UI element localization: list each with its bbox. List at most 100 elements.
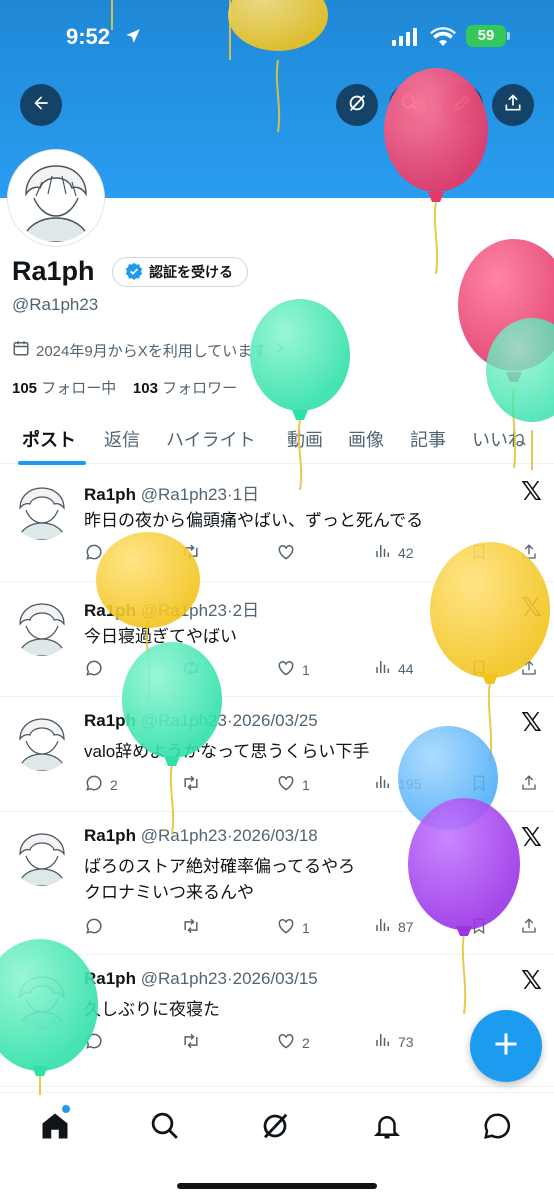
followers-link[interactable]: 103 フォロワー (133, 380, 237, 397)
grok-button[interactable] (336, 84, 378, 126)
compose-post-button[interactable] (470, 1010, 542, 1082)
like-button[interactable]: 2 (276, 1031, 310, 1054)
x-logo-icon: 𝕏 (521, 707, 542, 737)
tab-articles[interactable]: 記事 (410, 426, 446, 452)
views-button[interactable]: 44 (374, 658, 414, 679)
reply-button[interactable]: 2 (84, 773, 118, 796)
post-author-handle: @Ra1ph23 (140, 969, 227, 988)
post-author-name[interactable]: Ra1ph (84, 826, 136, 845)
post-author-name[interactable]: Ra1ph (84, 711, 136, 730)
views-button[interactable]: 195 (374, 773, 421, 794)
like-button[interactable]: 1 (276, 773, 310, 796)
repost-button[interactable] (180, 916, 202, 939)
share-button[interactable] (520, 542, 538, 565)
view-count: 42 (398, 544, 414, 561)
post-avatar[interactable] (12, 480, 72, 540)
search-button[interactable] (389, 84, 431, 126)
views-button[interactable]: 73 (374, 1031, 414, 1052)
post-date: 2026/03/25 (232, 711, 318, 730)
post-item[interactable]: Ra1ph @Ra1ph23·2026/03/25 𝕏 valo辞めようかなって… (0, 697, 554, 812)
post-author-handle: @Ra1ph23 (140, 711, 227, 730)
repost-button[interactable] (180, 773, 202, 796)
home-icon[interactable] (40, 1111, 70, 1146)
post-actions: 42 (84, 542, 544, 566)
like-count: 1 (302, 919, 310, 936)
views-button[interactable]: 42 (374, 542, 414, 563)
pencil-icon (452, 93, 472, 118)
profile-avatar[interactable] (8, 150, 104, 246)
bell-icon[interactable] (372, 1111, 402, 1146)
post-item[interactable]: Ra1ph @Ra1ph23·2026/03/18 𝕏 ばろのストア絶対確率偏っ… (0, 812, 554, 955)
bar-chart-icon (374, 658, 392, 679)
post-item[interactable]: Ra1ph @Ra1ph23·1日 𝕏 昨日の夜から偏頭痛やばい、ずっと死んでる (0, 466, 554, 582)
post-actions: 2 1 195 (84, 773, 544, 797)
post-item[interactable]: Ra1ph @Ra1ph23·2026/03/15 𝕏 久しぶりに夜寝た 2 7… (0, 955, 554, 1087)
post-avatar[interactable] (12, 596, 72, 656)
reply-button[interactable] (84, 1031, 110, 1054)
reply-button[interactable] (84, 542, 110, 565)
bookmark-button[interactable] (470, 916, 488, 939)
followers-label: フォロワー (162, 380, 238, 397)
repost-button[interactable] (180, 658, 202, 681)
share-icon (520, 773, 538, 796)
grok-tab-icon[interactable] (260, 1111, 290, 1146)
post-header: Ra1ph @Ra1ph23·2026/03/15 (84, 969, 318, 989)
post-author-name[interactable]: Ra1ph (84, 969, 136, 988)
repost-button[interactable] (180, 1031, 202, 1054)
tab-posts[interactable]: ポスト (22, 426, 76, 452)
following-count: 105 (12, 380, 38, 397)
repost-button[interactable] (180, 542, 202, 565)
post-actions: 1 44 (84, 658, 544, 682)
repost-icon (180, 542, 202, 565)
joined-date[interactable]: 2024年9月からXを利用しています (12, 339, 287, 361)
like-button[interactable]: 1 (276, 916, 310, 939)
post-author-handle: @Ra1ph23 (140, 485, 227, 504)
following-link[interactable]: 105 フォロー中 (12, 380, 116, 397)
bookmark-button[interactable] (470, 542, 488, 565)
post-author-name[interactable]: Ra1ph (84, 601, 136, 620)
followers-count: 103 (132, 380, 158, 397)
edit-button[interactable] (441, 84, 483, 126)
like-button[interactable]: 1 (276, 658, 310, 681)
arrow-left-icon (31, 93, 51, 118)
bookmark-icon (470, 773, 488, 796)
post-item[interactable]: Ra1ph @Ra1ph23·2日 𝕏 今日寝過ぎてやばい 1 44 (0, 582, 554, 697)
reply-button[interactable] (84, 916, 110, 939)
tab-replies[interactable]: 返信 (104, 426, 140, 452)
explore-search-icon[interactable] (150, 1111, 180, 1146)
message-icon[interactable] (482, 1111, 512, 1146)
tab-photos[interactable]: 画像 (348, 426, 384, 452)
post-header: Ra1ph @Ra1ph23·1日 (84, 480, 259, 505)
like-button[interactable] (276, 542, 302, 565)
tab-highlights[interactable]: ハイライト (166, 426, 256, 452)
share-icon (520, 916, 538, 939)
post-text-line: valo辞めようかなって思うくらい下手 (84, 742, 370, 761)
tab-likes[interactable]: いいね (472, 426, 526, 452)
repost-icon (180, 773, 202, 796)
bookmark-button[interactable] (470, 658, 488, 681)
chevron-right-icon (273, 341, 287, 359)
tab-videos[interactable]: 動画 (287, 426, 323, 452)
heart-icon (276, 658, 296, 681)
post-author-handle: @Ra1ph23 (140, 601, 227, 620)
share-button[interactable] (520, 916, 538, 939)
follow-stats: 105 フォロー中 103 フォロワー (12, 377, 237, 398)
share-profile-button[interactable] (492, 84, 534, 126)
post-avatar[interactable] (12, 711, 72, 771)
views-button[interactable]: 87 (374, 916, 414, 937)
post-avatar[interactable] (12, 969, 72, 1029)
reply-icon (84, 916, 104, 939)
bookmark-button[interactable] (470, 773, 488, 796)
bookmark-icon (470, 658, 488, 681)
share-button[interactable] (520, 658, 538, 681)
post-header: Ra1ph @Ra1ph23·2日 (84, 596, 259, 621)
share-button[interactable] (520, 773, 538, 796)
reply-button[interactable] (84, 658, 110, 681)
like-count: 1 (302, 776, 310, 793)
back-button[interactable] (20, 84, 62, 126)
get-verified-button[interactable]: 認証を受ける (112, 257, 248, 287)
post-author-name[interactable]: Ra1ph (84, 485, 136, 504)
post-avatar[interactable] (12, 826, 72, 886)
post-text-line: 昨日の夜から偏頭痛やばい、ずっと死んでる (84, 511, 424, 530)
reply-icon (84, 658, 104, 681)
